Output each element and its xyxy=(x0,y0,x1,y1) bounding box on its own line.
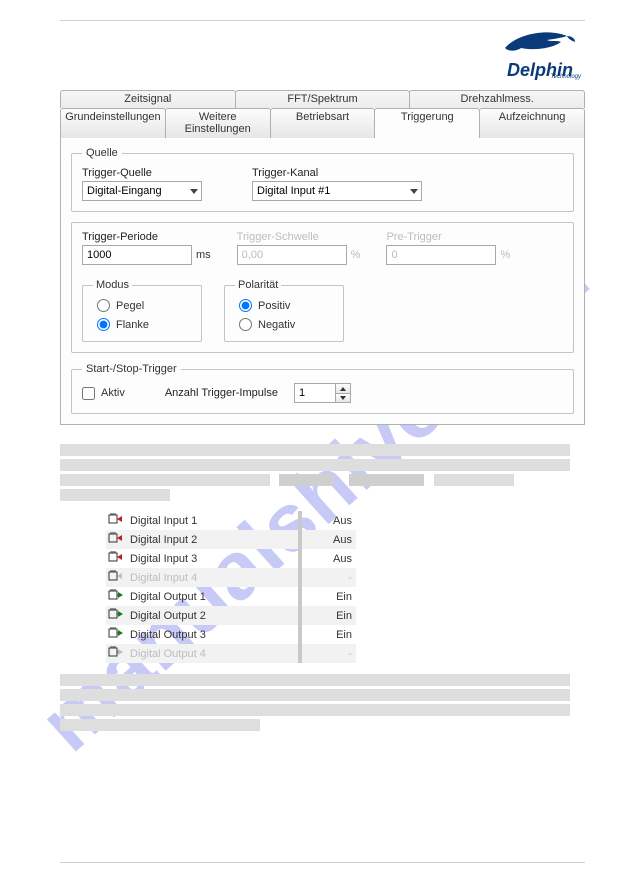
impulse-step-up[interactable] xyxy=(336,384,350,393)
trigger-schwelle-input xyxy=(237,245,347,265)
io-value: Ein xyxy=(302,606,356,625)
io-value: Aus xyxy=(302,530,356,549)
group-startstop-legend: Start-/Stop-Trigger xyxy=(82,363,181,375)
group-modus-legend: Modus xyxy=(93,279,132,291)
group-modus: Modus Pegel Flanke xyxy=(82,279,202,342)
io-row: Digital Output 3Ein xyxy=(106,625,356,644)
delphin-logo: Delphin Technology xyxy=(495,26,585,80)
radio-pegel-input[interactable] xyxy=(97,299,110,312)
tab-fft-spektrum[interactable]: FFT/Spektrum xyxy=(235,90,411,108)
io-icon xyxy=(106,568,128,587)
tab-grundeinstellungen[interactable]: Grundeinstellungen xyxy=(60,108,166,138)
group-polaritaet: Polarität Positiv Negativ xyxy=(224,279,344,342)
tab-aufzeichnung[interactable]: Aufzeichnung xyxy=(479,108,585,138)
io-value: Ein xyxy=(302,587,356,606)
tab-weitere-einstellungen[interactable]: Weitere Einstellungen xyxy=(165,108,271,138)
description-paragraph xyxy=(60,443,585,503)
radio-flanke-label: Flanke xyxy=(116,319,149,331)
io-row: Digital Input 4- xyxy=(106,568,356,587)
io-row: Digital Output 1Ein xyxy=(106,587,356,606)
trigger-kanal-label: Trigger-Kanal xyxy=(252,167,422,179)
description-paragraph-2 xyxy=(60,673,585,733)
group-polaritaet-legend: Polarität xyxy=(235,279,281,291)
io-icon xyxy=(106,606,128,625)
io-name: Digital Input 4 xyxy=(128,568,298,587)
aktiv-checkbox-row[interactable]: Aktiv xyxy=(82,387,125,400)
radio-pegel[interactable]: Pegel xyxy=(97,299,191,312)
group-trigger-params: Trigger-Periode ms Trigger-Schwelle % xyxy=(71,222,574,353)
radio-positiv-label: Positiv xyxy=(258,300,290,312)
radio-positiv-input[interactable] xyxy=(239,299,252,312)
io-row: Digital Input 3Aus xyxy=(106,549,356,568)
io-name: Digital Input 2 xyxy=(128,530,298,549)
io-name: Digital Input 3 xyxy=(128,549,298,568)
trigger-periode-input[interactable] xyxy=(82,245,192,265)
trigger-quelle-label: Trigger-Quelle xyxy=(82,167,202,179)
radio-flanke-input[interactable] xyxy=(97,318,110,331)
trigger-kanal-select[interactable]: Digital Input #1 xyxy=(252,181,422,201)
trigger-periode-label: Trigger-Periode xyxy=(82,231,211,243)
tab-drehzahlmess[interactable]: Drehzahlmess. xyxy=(409,90,585,108)
io-icon xyxy=(106,511,128,530)
io-icon xyxy=(106,530,128,549)
tab-zeitsignal[interactable]: Zeitsignal xyxy=(60,90,236,108)
radio-pegel-label: Pegel xyxy=(116,300,144,312)
io-value: - xyxy=(302,644,356,663)
io-name: Digital Output 1 xyxy=(128,587,298,606)
io-name: Digital Output 2 xyxy=(128,606,298,625)
pre-trigger-input xyxy=(386,245,496,265)
io-value: - xyxy=(302,568,356,587)
radio-flanke[interactable]: Flanke xyxy=(97,318,191,331)
io-name: Digital Input 1 xyxy=(128,511,298,530)
dolphin-icon xyxy=(495,26,585,62)
io-value: Aus xyxy=(302,549,356,568)
pre-trigger-unit: % xyxy=(500,249,510,261)
radio-negativ[interactable]: Negativ xyxy=(239,318,333,331)
aktiv-checkbox[interactable] xyxy=(82,387,95,400)
tab-row-bottom: Grundeinstellungen Weitere Einstellungen… xyxy=(60,108,585,138)
io-icon xyxy=(106,625,128,644)
group-quelle: Quelle Trigger-Quelle Digital-Eingang Tr… xyxy=(71,147,574,212)
tab-triggerung[interactable]: Triggerung xyxy=(374,108,480,138)
trigger-schwelle-unit: % xyxy=(351,249,361,261)
io-value: Aus xyxy=(302,511,356,530)
group-startstop: Start-/Stop-Trigger Aktiv Anzahl Trigger… xyxy=(71,363,574,414)
group-quelle-legend: Quelle xyxy=(82,147,122,159)
io-value: Ein xyxy=(302,625,356,644)
io-row: Digital Input 2Aus xyxy=(106,530,356,549)
tab-betriebsart[interactable]: Betriebsart xyxy=(270,108,376,138)
io-row: Digital Input 1Aus xyxy=(106,511,356,530)
io-name: Digital Output 3 xyxy=(128,625,298,644)
tab-row-top: Zeitsignal FFT/Spektrum Drehzahlmess. xyxy=(60,90,585,108)
page-header: Delphin Technology xyxy=(60,21,585,86)
io-table: Digital Input 1Aus Digital Input 2Aus Di… xyxy=(106,511,356,663)
trigger-schwelle-label: Trigger-Schwelle xyxy=(237,231,361,243)
io-icon xyxy=(106,587,128,606)
impulse-input[interactable] xyxy=(294,383,336,403)
radio-negativ-input[interactable] xyxy=(239,318,252,331)
io-name: Digital Output 4 xyxy=(128,644,298,663)
io-row: Digital Output 4- xyxy=(106,644,356,663)
io-row: Digital Output 2Ein xyxy=(106,606,356,625)
impulse-step-down[interactable] xyxy=(336,393,350,402)
radio-positiv[interactable]: Positiv xyxy=(239,299,333,312)
trigger-periode-unit: ms xyxy=(196,249,211,261)
radio-negativ-label: Negativ xyxy=(258,319,295,331)
pre-trigger-label: Pre-Trigger xyxy=(386,231,510,243)
io-icon xyxy=(106,644,128,663)
io-icon xyxy=(106,549,128,568)
trigger-quelle-select[interactable]: Digital-Eingang xyxy=(82,181,202,201)
impulse-label: Anzahl Trigger-Impulse xyxy=(165,387,278,399)
aktiv-label: Aktiv xyxy=(101,387,125,399)
config-panel: Zeitsignal FFT/Spektrum Drehzahlmess. Gr… xyxy=(60,90,585,425)
